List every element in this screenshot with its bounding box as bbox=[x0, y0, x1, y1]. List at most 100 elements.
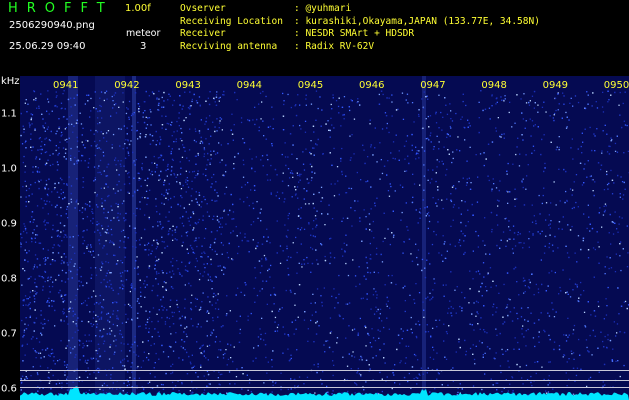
noise-speck bbox=[61, 240, 63, 242]
noise-speck bbox=[62, 116, 65, 118]
noise-speck bbox=[438, 141, 440, 143]
noise-speck bbox=[114, 335, 116, 337]
noise-speck bbox=[489, 118, 491, 120]
noise-speck bbox=[289, 289, 292, 292]
noise-speck bbox=[287, 348, 289, 350]
noise-speck bbox=[184, 284, 186, 286]
noise-speck bbox=[343, 118, 345, 120]
noise-speck bbox=[64, 139, 66, 141]
noise-speck bbox=[589, 223, 591, 225]
noise-speck bbox=[266, 228, 268, 230]
noise-speck bbox=[36, 258, 39, 260]
noise-speck bbox=[492, 280, 494, 282]
noise-speck bbox=[435, 234, 437, 236]
noise-speck bbox=[65, 158, 67, 160]
noise-speck bbox=[52, 252, 54, 254]
noise-speck bbox=[181, 383, 183, 385]
noise-speck bbox=[409, 294, 411, 296]
noise-speck bbox=[260, 333, 262, 336]
noise-speck bbox=[70, 388, 72, 390]
noise-speck bbox=[484, 108, 487, 110]
noise-speck bbox=[140, 295, 142, 297]
noise-speck bbox=[112, 133, 115, 136]
noise-speck bbox=[345, 262, 347, 265]
noise-speck bbox=[25, 201, 27, 203]
noise-speck bbox=[219, 373, 221, 376]
noise-speck bbox=[170, 365, 172, 367]
noise-speck bbox=[387, 300, 389, 302]
noise-speck bbox=[148, 95, 150, 97]
noise-speck bbox=[234, 91, 236, 94]
noise-speck bbox=[105, 392, 108, 394]
noise-speck bbox=[500, 136, 502, 138]
noise-speck bbox=[70, 106, 72, 108]
noise-speck bbox=[418, 292, 421, 294]
noise-speck bbox=[509, 383, 511, 385]
noise-speck bbox=[493, 183, 495, 185]
noise-speck bbox=[449, 125, 451, 128]
noise-speck bbox=[331, 393, 333, 395]
noise-speck bbox=[112, 107, 114, 109]
noise-speck bbox=[111, 241, 113, 243]
spectrogram[interactable]: 0941 0942 0943 0944 0945 0946 0947 0948 0949 0950 bbox=[20, 76, 629, 400]
noise-speck bbox=[618, 104, 620, 106]
noise-speck bbox=[610, 94, 612, 96]
noise-speck bbox=[551, 244, 554, 246]
noise-speck bbox=[150, 111, 152, 113]
noise-speck bbox=[589, 376, 592, 379]
noise-speck bbox=[569, 102, 571, 104]
noise-speck bbox=[313, 154, 315, 156]
noise-speck bbox=[219, 161, 221, 164]
noise-speck bbox=[169, 271, 171, 273]
noise-speck bbox=[128, 116, 130, 118]
noise-speck bbox=[28, 201, 30, 203]
noise-speck bbox=[89, 251, 92, 253]
noise-speck bbox=[106, 229, 108, 231]
noise-speck bbox=[137, 266, 139, 268]
noise-speck bbox=[144, 197, 146, 199]
noise-speck bbox=[30, 133, 32, 135]
noise-speck bbox=[124, 247, 127, 249]
noise-speck bbox=[623, 364, 625, 367]
noise-speck bbox=[333, 364, 335, 366]
noise-speck bbox=[303, 198, 305, 200]
noise-speck bbox=[410, 316, 412, 319]
noise-speck bbox=[521, 328, 523, 330]
noise-speck bbox=[272, 118, 275, 120]
noise-speck bbox=[604, 335, 606, 338]
noise-speck bbox=[270, 294, 272, 296]
noise-speck bbox=[311, 314, 313, 316]
noise-speck bbox=[528, 231, 531, 233]
noise-speck bbox=[203, 271, 206, 273]
noise-speck bbox=[134, 267, 136, 269]
noise-speck bbox=[406, 226, 408, 228]
noise-speck bbox=[192, 251, 194, 254]
noise-speck bbox=[354, 392, 356, 394]
noise-speck bbox=[477, 246, 479, 248]
noise-speck bbox=[484, 373, 486, 375]
noise-speck bbox=[126, 355, 128, 357]
noise-speck bbox=[84, 334, 86, 336]
noise-speck bbox=[341, 147, 343, 150]
noise-speck bbox=[146, 203, 148, 206]
noise-speck bbox=[310, 179, 313, 182]
noise-speck bbox=[417, 222, 419, 224]
noise-speck bbox=[288, 212, 290, 215]
noise-speck bbox=[228, 371, 231, 373]
noise-speck bbox=[244, 282, 246, 284]
noise-speck bbox=[591, 354, 593, 356]
noise-speck bbox=[58, 382, 61, 384]
noise-speck bbox=[209, 246, 211, 248]
noise-speck bbox=[485, 253, 487, 255]
noise-speck bbox=[336, 342, 338, 344]
noise-speck bbox=[114, 192, 117, 194]
noise-speck bbox=[259, 212, 261, 214]
noise-speck bbox=[145, 156, 147, 158]
noise-speck bbox=[461, 200, 463, 202]
noise-speck bbox=[603, 205, 605, 207]
noise-speck bbox=[613, 321, 615, 323]
noise-speck bbox=[20, 382, 23, 384]
noise-speck bbox=[45, 203, 47, 205]
noise-speck bbox=[104, 92, 106, 94]
noise-speck bbox=[356, 384, 358, 386]
